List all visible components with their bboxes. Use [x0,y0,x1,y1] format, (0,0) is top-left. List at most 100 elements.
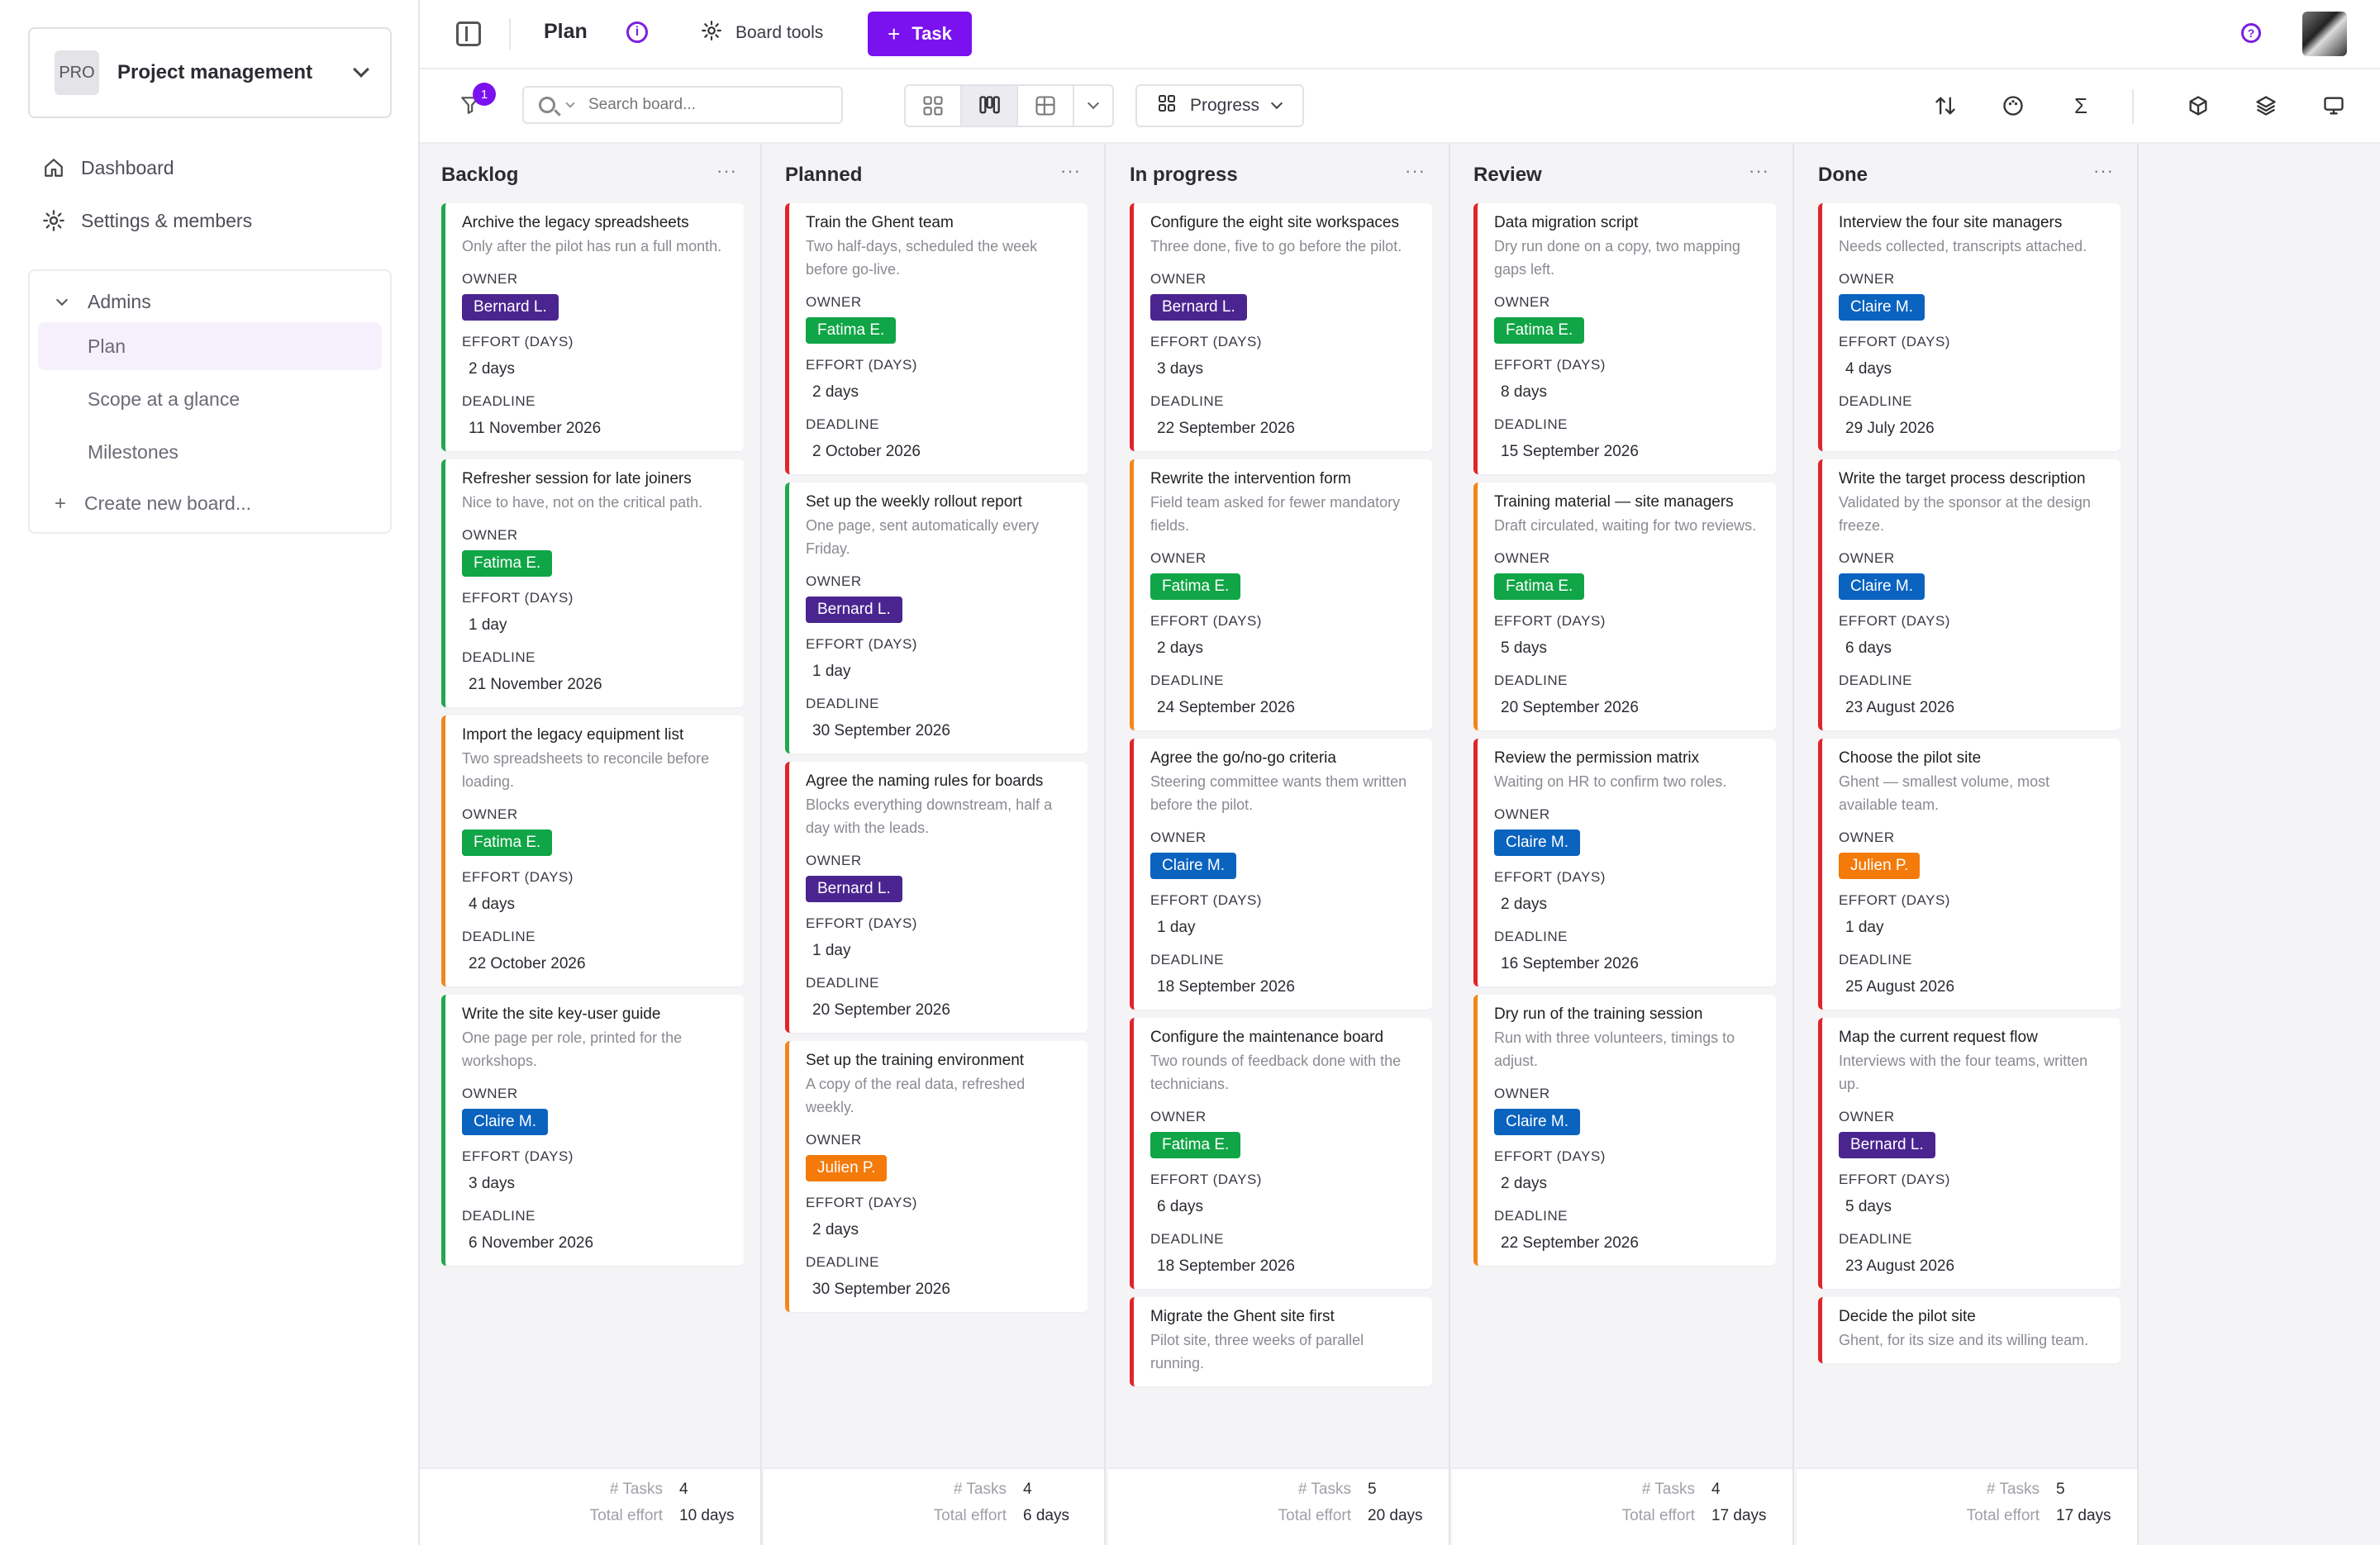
task-card[interactable]: Configure the eight site workspaces Three… [1130,203,1432,451]
deadline-label: DEADLINE [806,1254,880,1270]
task-card[interactable]: Refresher session for late joiners Nice t… [441,459,744,707]
owner-badge[interactable]: Fatima E. [462,830,553,856]
search-input[interactable] [587,95,810,115]
monitor-icon[interactable] [2319,91,2349,121]
effort-value: 2 days [469,360,515,378]
effort-value: 2 days [1157,639,1203,657]
owner-row: Bernard L. [462,289,729,321]
layers-icon[interactable] [2251,91,2281,121]
owner-badge[interactable]: Claire M. [1150,853,1237,879]
card-title: Set up the weekly rollout report [806,493,1022,511]
kanban-view-icon[interactable] [962,86,1018,126]
task-card[interactable]: Rewrite the intervention form Field team … [1130,459,1432,730]
deadline-value: 18 September 2026 [1157,1257,1295,1275]
task-card[interactable]: Write the site key-user guide One page pe… [441,995,744,1266]
chevron-down-icon [1087,97,1100,110]
owner-badge[interactable]: Claire M. [1839,294,1925,321]
owner-badge[interactable]: Bernard L. [1150,294,1247,321]
column-menu-icon[interactable]: ··· [1405,160,1426,182]
board-link-scope[interactable]: Scope at a glance [38,375,382,423]
owner-badge[interactable]: Julien P. [806,1155,888,1181]
task-count-label: # Tasks [1641,1481,1695,1498]
column-menu-icon[interactable]: ··· [1060,160,1081,182]
nav-dashboard[interactable]: Dashboard [41,155,174,180]
owner-badge[interactable]: Bernard L. [462,294,559,321]
box-icon[interactable] [2183,91,2213,121]
column-menu-icon[interactable]: ··· [716,160,737,182]
card-title: Interview the four site managers [1839,214,2063,231]
task-card[interactable]: Archive the legacy spreadsheets Only afte… [441,203,744,451]
task-card[interactable]: Configure the maintenance board Two round… [1130,1018,1432,1289]
owner-badge[interactable]: Fatima E. [1494,573,1585,600]
deadline-label: DEADLINE [1494,1208,1568,1224]
owner-badge[interactable]: Fatima E. [1494,317,1585,344]
task-card[interactable]: Agree the go/no-go criteria Steering comm… [1130,739,1432,1010]
grid-view-icon[interactable] [906,86,962,126]
owner-badge[interactable]: Claire M. [462,1109,549,1135]
task-card[interactable]: Set up the weekly rollout report One page… [785,483,1088,753]
chevron-down-icon[interactable] [565,98,575,108]
task-count-label: # Tasks [953,1481,1007,1498]
task-card[interactable]: Interview the four site managers Needs co… [1818,203,2121,451]
owner-label: OWNER [1150,271,1207,287]
card-description: Field team asked for fewer mandatory fie… [1150,494,1401,534]
task-card[interactable]: Import the legacy equipment list Two spre… [441,715,744,986]
owner-badge[interactable]: Claire M. [1494,1109,1581,1135]
owner-badge[interactable]: Julien P. [1839,853,1921,879]
owner-badge[interactable]: Fatima E. [1150,1132,1241,1158]
home-icon [41,155,66,180]
nav-settings-members[interactable]: Settings & members [41,208,252,233]
project-selector[interactable]: PRO Project management [28,27,392,118]
task-card[interactable]: Agree the naming rules for boards Blocks … [785,762,1088,1033]
owner-badge[interactable]: Bernard L. [806,876,902,902]
group-by-button[interactable]: Progress [1135,84,1304,127]
column-menu-icon[interactable]: ··· [2093,160,2114,182]
project-name: Project management [117,61,313,83]
task-card[interactable]: Train the Ghent team Two half-days, sched… [785,203,1088,474]
task-card[interactable]: Review the permission matrix Waiting on H… [1473,739,1776,986]
search-box[interactable] [522,86,843,124]
task-card[interactable]: Dry run of the training session Run with … [1473,995,1776,1266]
task-card[interactable]: Write the target process description Vali… [1818,459,2121,730]
sum-icon[interactable]: Σ [2066,91,2096,121]
board-link-plan[interactable]: Plan [38,322,382,370]
color-icon[interactable] [1998,91,2028,121]
sort-icon[interactable] [1930,91,1960,121]
add-task-button[interactable]: + Task [868,12,972,56]
info-icon[interactable]: i [626,21,648,43]
task-card[interactable]: Decide the pilot site Ghent, for its size… [1818,1297,2121,1363]
board-tools-button[interactable]: Board tools [701,20,823,45]
task-card[interactable]: Set up the training environment A copy of… [785,1041,1088,1312]
group-icon [1157,93,1177,118]
owner-label: OWNER [1150,550,1207,566]
column-title: In progress [1130,164,1238,186]
task-card[interactable]: Choose the pilot site Ghent — smallest vo… [1818,739,2121,1010]
total-effort-row: Total effort 10 days [590,1507,739,1525]
owner-badge[interactable]: Bernard L. [806,597,902,623]
view-dropdown[interactable] [1074,86,1112,126]
task-card[interactable]: Data migration script Dry run done on a c… [1473,203,1776,474]
avatar[interactable] [2302,12,2347,56]
kanban-board: Backlog ··· Archive the legacy spreadsheet… [420,144,2380,1545]
toggle-sidebar-icon[interactable] [456,21,481,46]
column-menu-icon[interactable]: ··· [1749,160,1769,182]
owner-badge[interactable]: Fatima E. [1150,573,1241,600]
card-description: Only after the pilot has run a full mont… [462,238,722,254]
owner-row: Fatima E. [462,545,729,577]
owner-badge[interactable]: Claire M. [1839,573,1925,600]
owner-badge[interactable]: Fatima E. [462,550,553,577]
create-board-button[interactable]: + Create new board... [55,492,251,516]
owner-row: Bernard L. [1839,1127,2106,1158]
owner-badge[interactable]: Claire M. [1494,830,1581,856]
effort-value: 1 day [1845,919,1884,936]
task-card[interactable]: Migrate the Ghent site first Pilot site, … [1130,1297,1432,1386]
task-card[interactable]: Map the current request flow Interviews w… [1818,1018,2121,1289]
group-admins-toggle[interactable]: Admins [55,291,151,313]
owner-badge[interactable]: Fatima E. [806,317,897,344]
task-card[interactable]: Training material — site managers Draft c… [1473,483,1776,730]
board-link-milestones[interactable]: Milestones [38,428,382,476]
total-effort-label: Total effort [1278,1507,1351,1524]
owner-badge[interactable]: Bernard L. [1839,1132,1935,1158]
table-view-icon[interactable] [1018,86,1074,126]
help-icon[interactable]: ? [2241,23,2261,43]
